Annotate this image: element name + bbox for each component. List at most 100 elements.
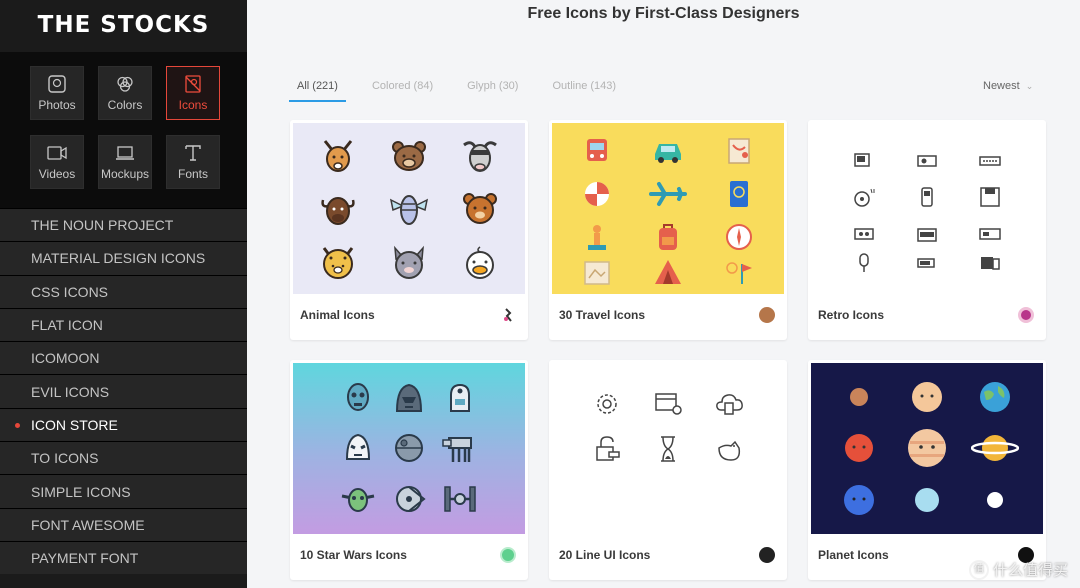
sidebar-item-label: TO ICONS [31,450,99,467]
filter-tabs: All (221) Colored (84) Glyph (30) Outlin… [289,80,642,102]
sidebar-item-label: FLAT ICON [31,317,103,334]
cat-icon [390,244,428,280]
card-title[interactable]: 20 Line UI Icons [559,548,650,562]
saturn-icon [971,431,1019,465]
bird-icon [713,434,745,464]
sidebar-item-icomoon[interactable]: ICOMOON [0,341,247,375]
card-title[interactable]: 10 Star Wars Icons [300,548,407,562]
tab-glyph[interactable]: Glyph (30) [459,80,526,102]
retro-disc-icon [852,187,876,208]
card-title[interactable]: Planet Icons [818,548,889,562]
tab-all[interactable]: All (221) [289,80,346,102]
tent-icon [651,258,685,288]
category-fonts[interactable]: Fonts [166,135,220,189]
sidebar-item-label: MATERIAL DESIGN ICONS [31,250,206,267]
card-thumbnail [293,123,525,294]
bear-face-icon [462,191,498,227]
compass-icon [724,222,754,252]
category-icons[interactable]: Icons [166,66,220,120]
card-title[interactable]: Animal Icons [300,308,375,322]
retro-tv-icon [979,254,1001,272]
sidebar-nav: THE NOUN PROJECT MATERIAL DESIGN ICONS C… [0,208,247,575]
neptune-icon [842,483,876,517]
mercury-icon [848,386,870,408]
millennium-falcon-icon [390,484,428,514]
card-thumbnail [811,363,1043,534]
sidebar-item-css-icons[interactable]: CSS ICONS [0,274,247,308]
airplane-icon [648,179,687,209]
stormtrooper-icon [342,431,374,465]
card-thumbnail [293,363,525,534]
sidebar-item-material-design-icons[interactable]: MATERIAL DESIGN ICONS [0,241,247,275]
death-star-icon [393,432,425,464]
category-colors[interactable]: Colors [98,66,152,120]
laptop-icon [116,145,134,160]
video-camera-icon [47,145,67,160]
watermark-text: 什么值得买 [992,562,1068,579]
icon-set-card[interactable]: 10 Star Wars Icons [290,360,528,580]
chevron-down-icon: ⌄ [1025,80,1034,91]
sidebar-item-flat-icon[interactable]: FLAT ICON [0,307,247,342]
monument-icon [582,221,612,253]
bison-icon [319,190,357,228]
watermark: 值 什么值得买 [968,559,1068,580]
yoda-icon [340,484,376,514]
sort-dropdown[interactable]: Newest ⌄ [983,80,1033,92]
sidebar-item-the-noun-project[interactable]: THE NOUN PROJECT [0,208,247,242]
category-photos[interactable]: Photos [30,66,84,120]
card-title[interactable]: 30 Travel Icons [559,308,645,322]
map-icon [723,135,755,167]
category-label: Colors [107,97,143,112]
cheetah-icon [319,244,357,280]
author-avatar[interactable] [759,307,775,323]
hourglass-icon [656,434,680,464]
sidebar-item-simple-icons[interactable]: SIMPLE ICONS [0,474,247,508]
settings-icon [592,389,622,419]
category-videos[interactable]: Videos [30,135,84,189]
retro-phone-icon [919,186,935,208]
sort-value: Newest [983,80,1020,92]
sidebar-item-label: CSS ICONS [31,283,109,300]
flag-sun-icon [722,258,756,288]
tab-outline[interactable]: Outline (143) [544,80,624,102]
icon-set-card[interactable]: Animal Icons [290,120,528,340]
r2d2-icon [445,381,475,415]
map-frame-icon [581,258,613,288]
author-avatar[interactable] [500,307,516,323]
icon-set-card[interactable]: Retro Icons [808,120,1046,340]
bus-icon [582,136,612,166]
author-avatar[interactable] [500,547,516,563]
page-title: Free Icons by First-Class Designers [527,5,800,22]
category-label: Mockups [100,166,150,181]
author-avatar[interactable] [759,547,775,563]
category-label: Videos [38,166,76,181]
car-icon [651,136,685,166]
cassette-icon [853,226,875,242]
card-title[interactable]: Retro Icons [818,308,884,322]
sidebar-item-label: FONT AWESOME [31,516,145,533]
at-at-walker-icon [441,432,479,464]
jupiter-icon [906,427,948,469]
sidebar-item-payment-font[interactable]: PAYMENT FONT [0,540,247,575]
sidebar: THE STOCKS Photos Colors Icons Videos Mo… [0,0,247,588]
icon-set-card[interactable]: Planet Icons [808,360,1046,580]
sidebar-item-icon-store[interactable]: ICON STORE [0,407,247,442]
category-mockups[interactable]: Mockups [98,135,152,189]
author-avatar[interactable] [1018,307,1034,323]
tab-colored[interactable]: Colored (84) [364,80,441,102]
icon-set-card[interactable]: 20 Line UI Icons [549,360,787,580]
vhs-icon [978,227,1001,241]
floppy-disk-icon [979,186,1001,208]
sidebar-item-label: EVIL ICONS [31,383,110,400]
sidebar-item-to-icons[interactable]: TO ICONS [0,441,247,475]
sidebar-item-label: THE NOUN PROJECT [31,217,174,234]
site-logo[interactable]: THE STOCKS [0,0,247,50]
sidebar-item-font-awesome[interactable]: FONT AWESOME [0,507,247,541]
sidebar-item-evil-icons[interactable]: EVIL ICONS [0,374,247,408]
icon-set-card[interactable]: 30 Travel Icons [549,120,787,340]
uranus-icon [913,486,941,514]
card-thumbnail [552,363,784,534]
venus-icon [910,380,944,414]
goat-icon [460,137,500,175]
retro-keyboard-icon [978,154,1001,168]
